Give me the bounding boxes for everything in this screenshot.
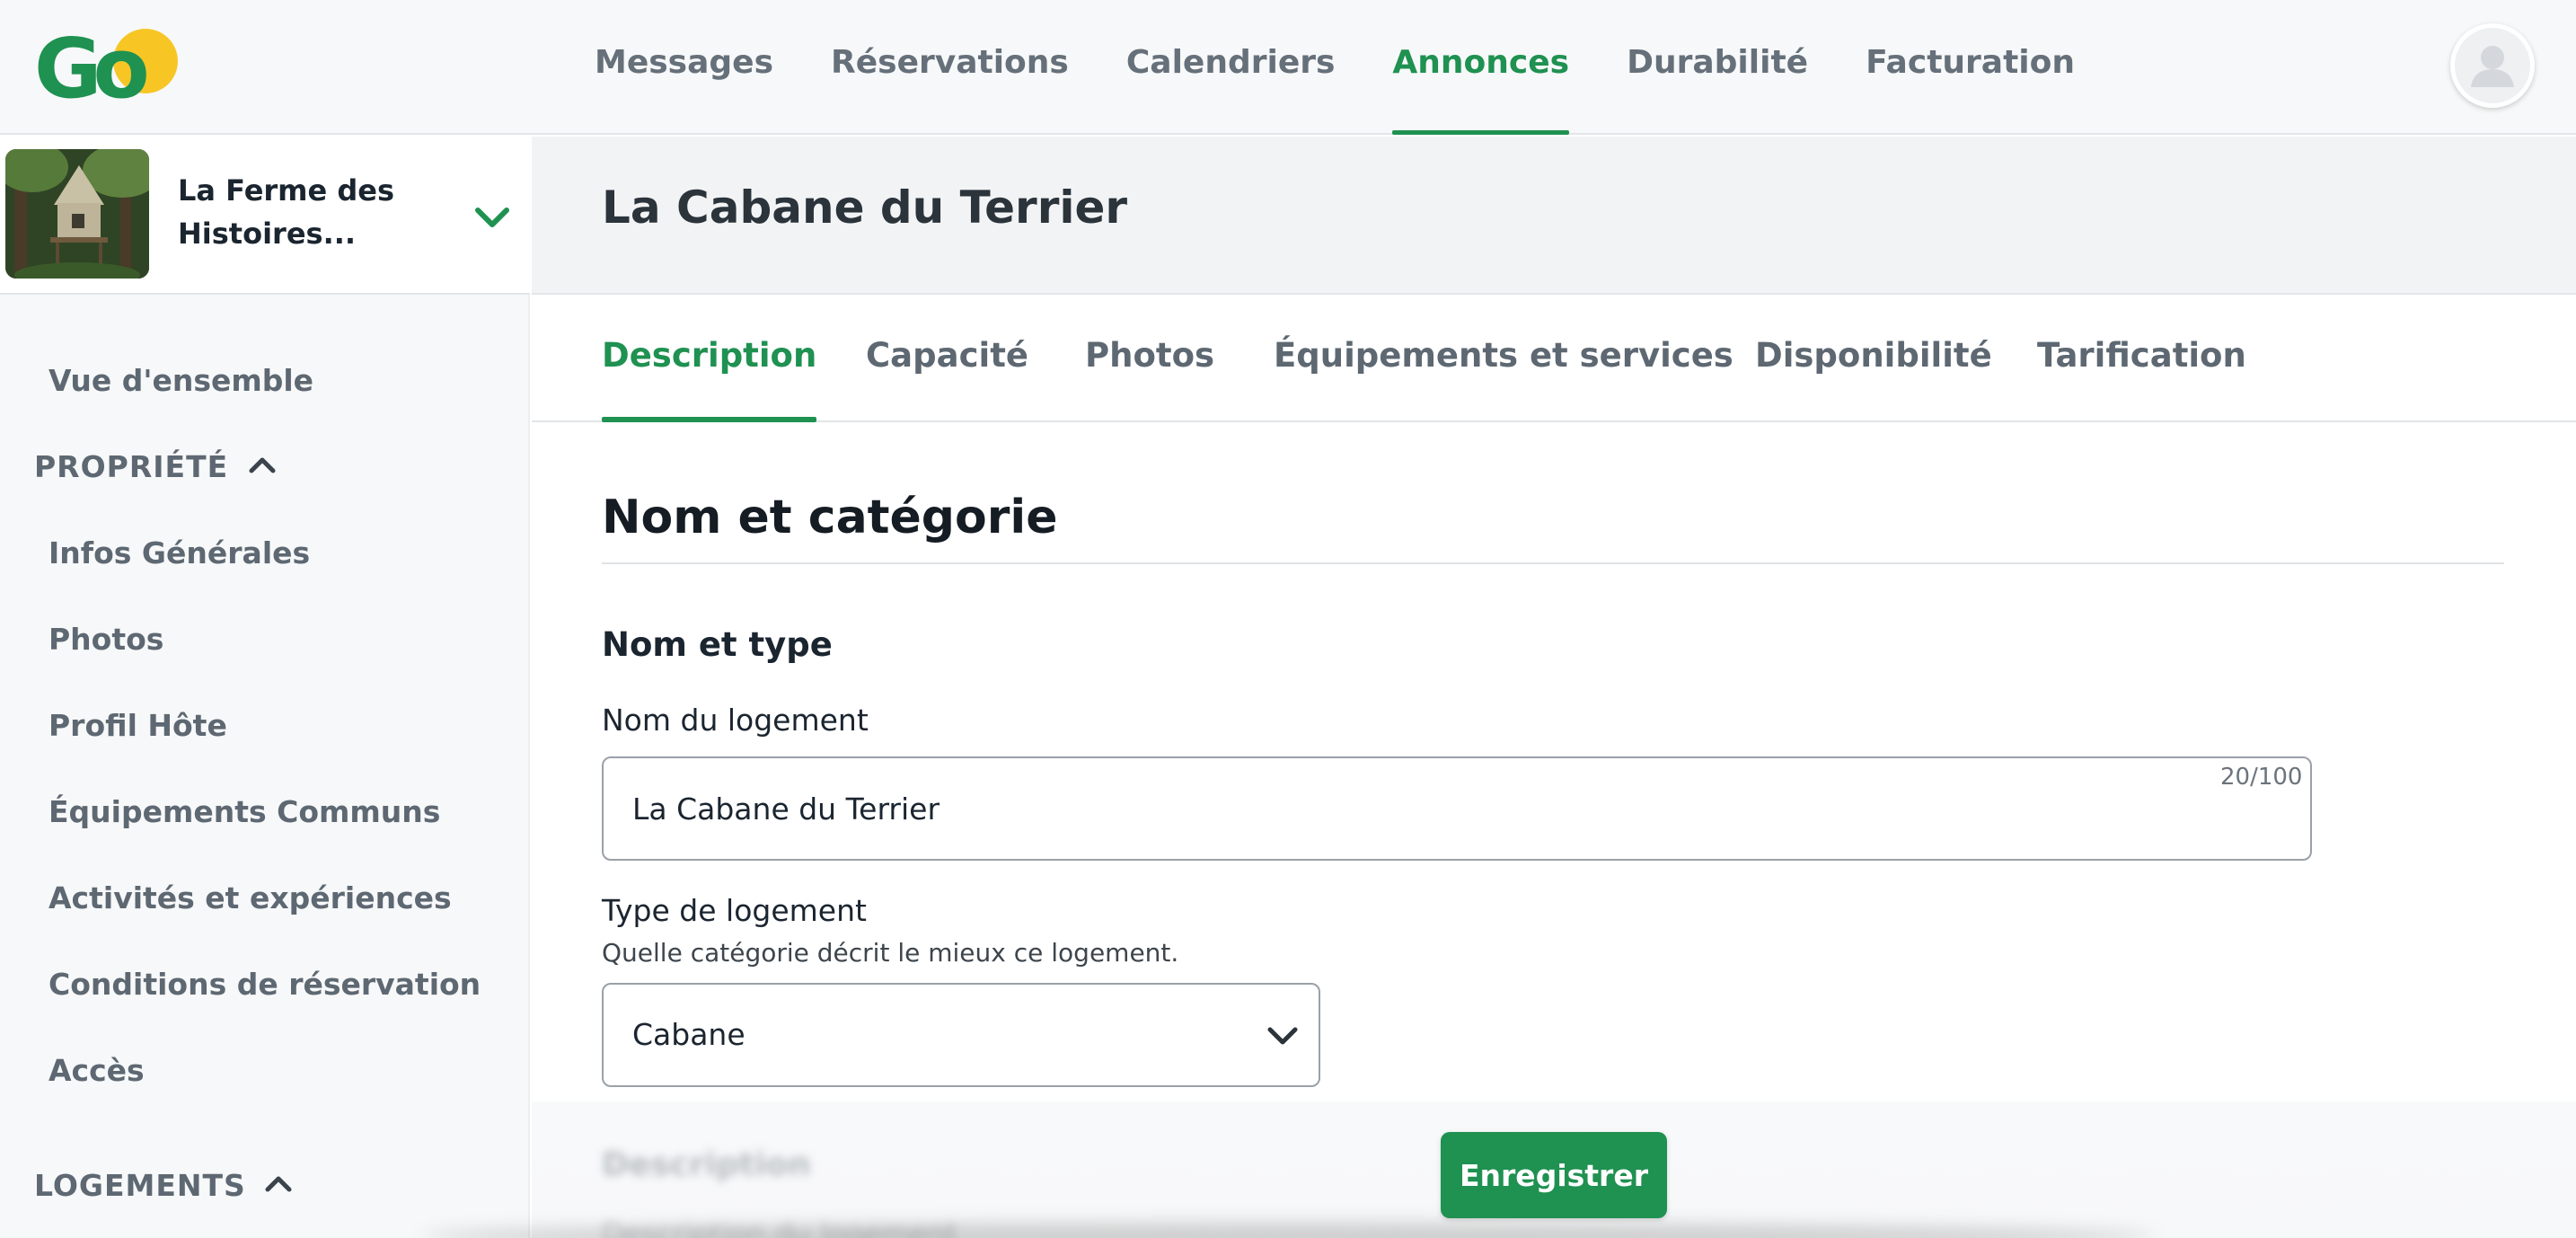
tab-tarification[interactable]: Tarification (2037, 296, 2246, 422)
nav-messages[interactable]: Messages (566, 0, 802, 135)
sidebar-item-profil-hote[interactable]: Profil Hôte (49, 708, 227, 743)
chevron-down-icon (1267, 1027, 1298, 1045)
tab-photos[interactable]: Photos (1085, 296, 1214, 422)
tab-equipements[interactable]: Équipements et services (1274, 296, 1734, 422)
type-field-hint: Quelle catégorie décrit le mieux ce loge… (602, 938, 1179, 968)
sidebar-item-conditions[interactable]: Conditions de réservation (49, 967, 481, 1002)
blurred-section-heading: Description (602, 1146, 811, 1183)
listing-header: La Cabane du Terrier (532, 137, 2576, 295)
property-name: La Ferme des Histoires... (178, 173, 395, 251)
section-divider (602, 562, 2504, 564)
logo-text: Go (34, 21, 150, 117)
property-thumbnail (5, 149, 149, 279)
nav-durabilite[interactable]: Durabilité (1598, 0, 1837, 135)
tab-capacite[interactable]: Capacité (866, 296, 1028, 422)
nav-annonces[interactable]: Annonces (1363, 0, 1598, 135)
go-logo[interactable]: Go (34, 21, 187, 117)
sidebar-item-activites[interactable]: Activités et expériences (49, 880, 452, 915)
sidebar-item-acces[interactable]: Accès (49, 1053, 145, 1088)
name-field-label: Nom du logement (602, 703, 869, 738)
user-avatar-icon[interactable] (2450, 23, 2535, 108)
property-selector[interactable]: La Ferme des Histoires... (0, 137, 530, 295)
lodging-type-select[interactable]: Cabane (602, 983, 1320, 1087)
sidebar-item-equipements-communs[interactable]: Équipements Communs (49, 794, 440, 829)
top-bar: Go Messages Réservations Calendriers Ann… (0, 0, 2576, 135)
sidebar-section-lodgings[interactable]: LOGEMENTS (34, 1168, 246, 1203)
page-title: La Cabane du Terrier (602, 181, 1128, 234)
listing-tabs: Description Capacité Photos Équipements … (532, 296, 2576, 422)
tab-description[interactable]: Description (602, 296, 817, 422)
chevron-up-icon[interactable] (260, 1166, 296, 1202)
sidebar-section-property[interactable]: PROPRIÉTÉ (34, 449, 228, 484)
nav-calendriers[interactable]: Calendriers (1098, 0, 1364, 135)
chevron-down-icon[interactable] (471, 196, 514, 239)
section-title: Nom et catégorie (602, 491, 1058, 544)
sidebar-item-overview[interactable]: Vue d'ensemble (49, 363, 313, 398)
main-content: La Cabane du Terrier Description Capacit… (532, 137, 2576, 1238)
sidebar-item-infos-generales[interactable]: Infos Générales (49, 535, 310, 570)
chevron-up-icon[interactable] (244, 447, 280, 483)
listing-name-input[interactable] (602, 756, 2312, 861)
main-navigation: Messages Réservations Calendriers Annonc… (566, 0, 2104, 135)
nav-reservations[interactable]: Réservations (802, 0, 1098, 135)
char-counter: 20/100 (2220, 764, 2303, 791)
lodging-type-value: Cabane (632, 1017, 745, 1052)
tab-disponibilite[interactable]: Disponibilité (1755, 296, 1992, 422)
save-button[interactable]: Enregistrer (1441, 1132, 1667, 1218)
type-field-label: Type de logement (602, 893, 867, 928)
sidebar-item-photos[interactable]: Photos (49, 622, 163, 657)
subsection-title: Nom et type (602, 625, 833, 664)
sidebar: La Ferme des Histoires... Vue d'ensemble… (0, 137, 530, 1238)
nav-facturation[interactable]: Facturation (1837, 0, 2104, 135)
